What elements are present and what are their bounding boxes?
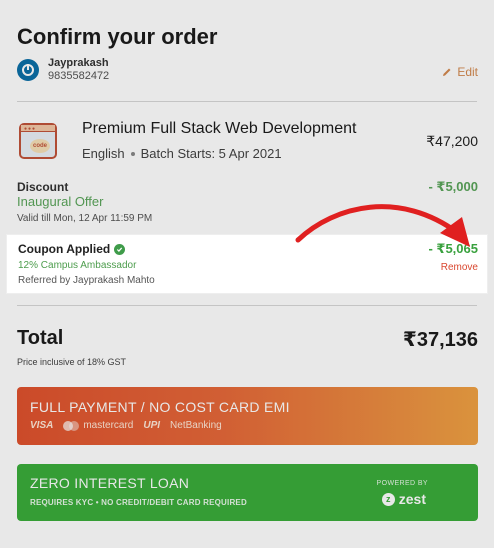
- discount-validity: Valid till Mon, 12 Apr 11:59 PM: [17, 213, 153, 224]
- coupon-amount: - ₹5,065: [428, 241, 478, 256]
- coupon-label: Coupon Applied: [18, 242, 111, 256]
- course-price: ₹47,200: [426, 133, 478, 149]
- course-language: English: [82, 146, 125, 161]
- course-code-icon: ●●● code: [19, 123, 57, 159]
- separator-dot: [130, 151, 135, 156]
- code-badge: code: [30, 139, 50, 153]
- power-icon: [22, 64, 34, 76]
- loan-label: ZERO INTEREST LOAN: [30, 475, 190, 491]
- discount-amount: - ₹5,000: [428, 179, 478, 194]
- edit-label: Edit: [457, 65, 478, 79]
- zest-label: zest: [398, 491, 426, 507]
- user-name: Jayprakash: [48, 57, 109, 69]
- coupon-referral: Referred by Jayprakash Mahto: [18, 275, 155, 286]
- total-label: Total: [17, 327, 64, 349]
- zero-interest-loan-button[interactable]: ZERO INTEREST LOAN REQUIRES KYC • NO CRE…: [17, 464, 478, 521]
- full-payment-label: FULL PAYMENT / NO COST CARD EMI: [30, 399, 290, 415]
- divider: [17, 305, 477, 306]
- coupon-description: 12% Campus Ambassador: [18, 260, 137, 271]
- user-phone: 9835582472: [48, 70, 110, 82]
- edit-button[interactable]: Edit: [442, 65, 478, 79]
- pencil-icon: [443, 68, 451, 76]
- visa-logo: VISA: [30, 420, 54, 431]
- browser-dots: ●●●: [24, 126, 37, 132]
- mastercard-label: mastercard: [83, 420, 134, 431]
- remove-coupon-link[interactable]: Remove: [441, 262, 478, 273]
- course-title: Premium Full Stack Web Development: [82, 120, 357, 137]
- course-meta: English Batch Starts: 5 Apr 2021: [82, 146, 282, 161]
- mastercard-logo: mastercard: [63, 420, 133, 431]
- loan-subtitle: REQUIRES KYC • NO CREDIT/DEBIT CARD REQU…: [30, 498, 247, 507]
- gst-note: Price inclusive of 18% GST: [17, 357, 127, 367]
- page-title: Confirm your order: [17, 24, 218, 49]
- total-amount: ₹37,136: [402, 329, 478, 351]
- check-icon: [114, 243, 126, 255]
- zest-icon: z: [381, 492, 395, 506]
- powered-by-label: POWERED BY: [376, 480, 428, 487]
- zest-logo: z zest: [381, 491, 426, 507]
- discount-label: Discount: [17, 180, 69, 194]
- divider: [17, 101, 477, 102]
- netbanking-label: NetBanking: [170, 420, 222, 431]
- upi-logo: UPI: [143, 420, 161, 431]
- coupon-title: Coupon Applied: [18, 242, 126, 256]
- discount-name: Inaugural Offer: [17, 194, 104, 209]
- mastercard-icon: [63, 420, 80, 431]
- user-details: Jayprakash 9835582472: [48, 57, 109, 83]
- coupon-section: Coupon Applied 12% Campus Ambassador Ref…: [7, 235, 487, 293]
- avatar: [17, 59, 39, 81]
- payment-methods: VISA mastercard UPI NetBanking: [30, 420, 222, 431]
- course-batch: Batch Starts: 5 Apr 2021: [140, 146, 282, 161]
- full-payment-button[interactable]: FULL PAYMENT / NO COST CARD EMI VISA mas…: [17, 387, 478, 445]
- user-info: Jayprakash 9835582472: [17, 57, 109, 83]
